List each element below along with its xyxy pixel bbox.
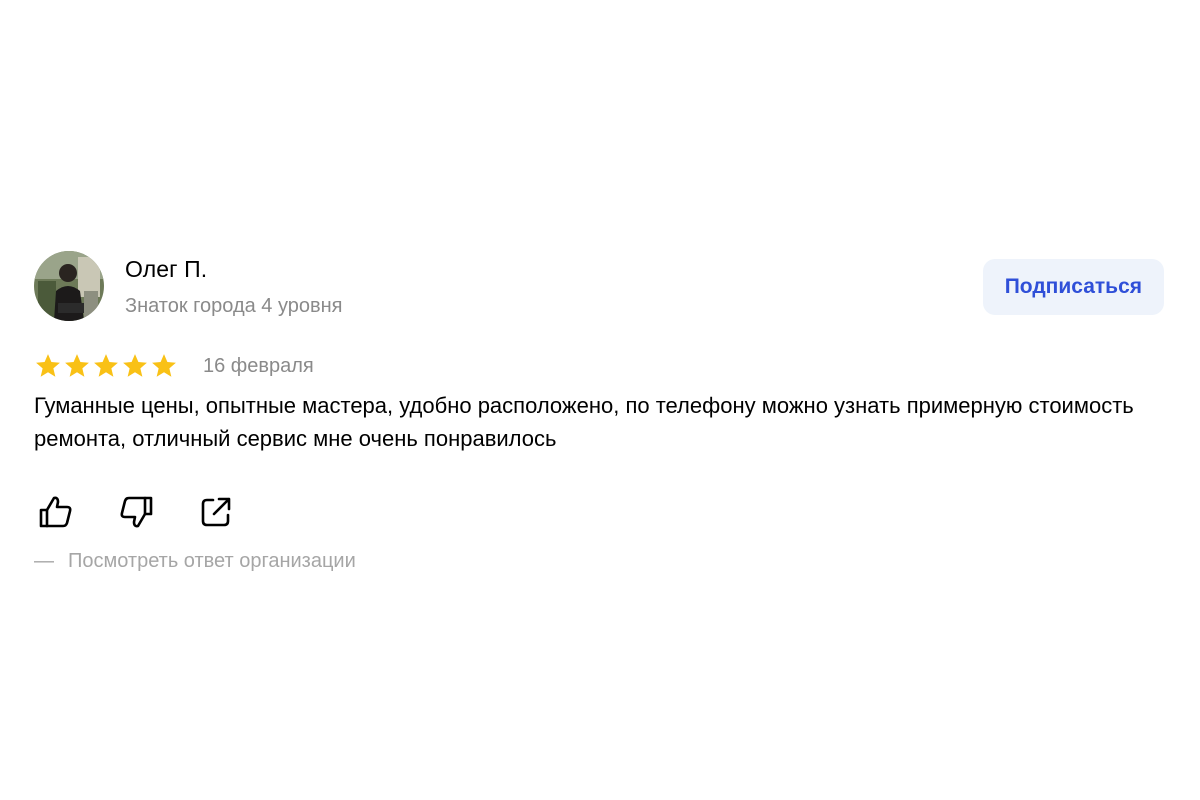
author-level: Знаток города 4 уровня bbox=[125, 295, 343, 317]
reply-dash: — bbox=[34, 550, 54, 572]
review-header: Олег П. Знаток города 4 уровня Подписать… bbox=[34, 251, 1166, 325]
star-rating bbox=[34, 352, 178, 380]
like-button[interactable] bbox=[36, 492, 76, 532]
user-avatar-photo bbox=[34, 251, 104, 321]
review-date: 16 февраля bbox=[203, 354, 314, 377]
thumbs-up-icon bbox=[39, 496, 72, 528]
review-actions bbox=[34, 492, 1166, 532]
rating-row: 16 февраля bbox=[34, 349, 1166, 383]
share-icon bbox=[201, 497, 231, 527]
review-card: Олег П. Знаток города 4 уровня Подписать… bbox=[34, 251, 1166, 573]
org-reply-label: Посмотреть ответ организации bbox=[68, 550, 356, 572]
author-name[interactable]: Олег П. bbox=[125, 256, 207, 283]
thumbs-down-icon bbox=[120, 496, 153, 528]
avatar[interactable] bbox=[34, 251, 104, 321]
star-icon bbox=[65, 354, 89, 377]
share-button[interactable] bbox=[196, 492, 236, 532]
dislike-button[interactable] bbox=[116, 492, 156, 532]
star-icon bbox=[36, 354, 60, 377]
star-icon bbox=[94, 354, 118, 377]
subscribe-button[interactable]: Подписаться bbox=[982, 259, 1164, 315]
review-text: Гуманные цены, опытные мастера, удобно р… bbox=[34, 393, 1134, 451]
star-icon bbox=[123, 354, 147, 377]
star-icon bbox=[152, 354, 176, 377]
view-org-reply-link[interactable]: — Посмотреть ответ организации bbox=[34, 550, 356, 573]
